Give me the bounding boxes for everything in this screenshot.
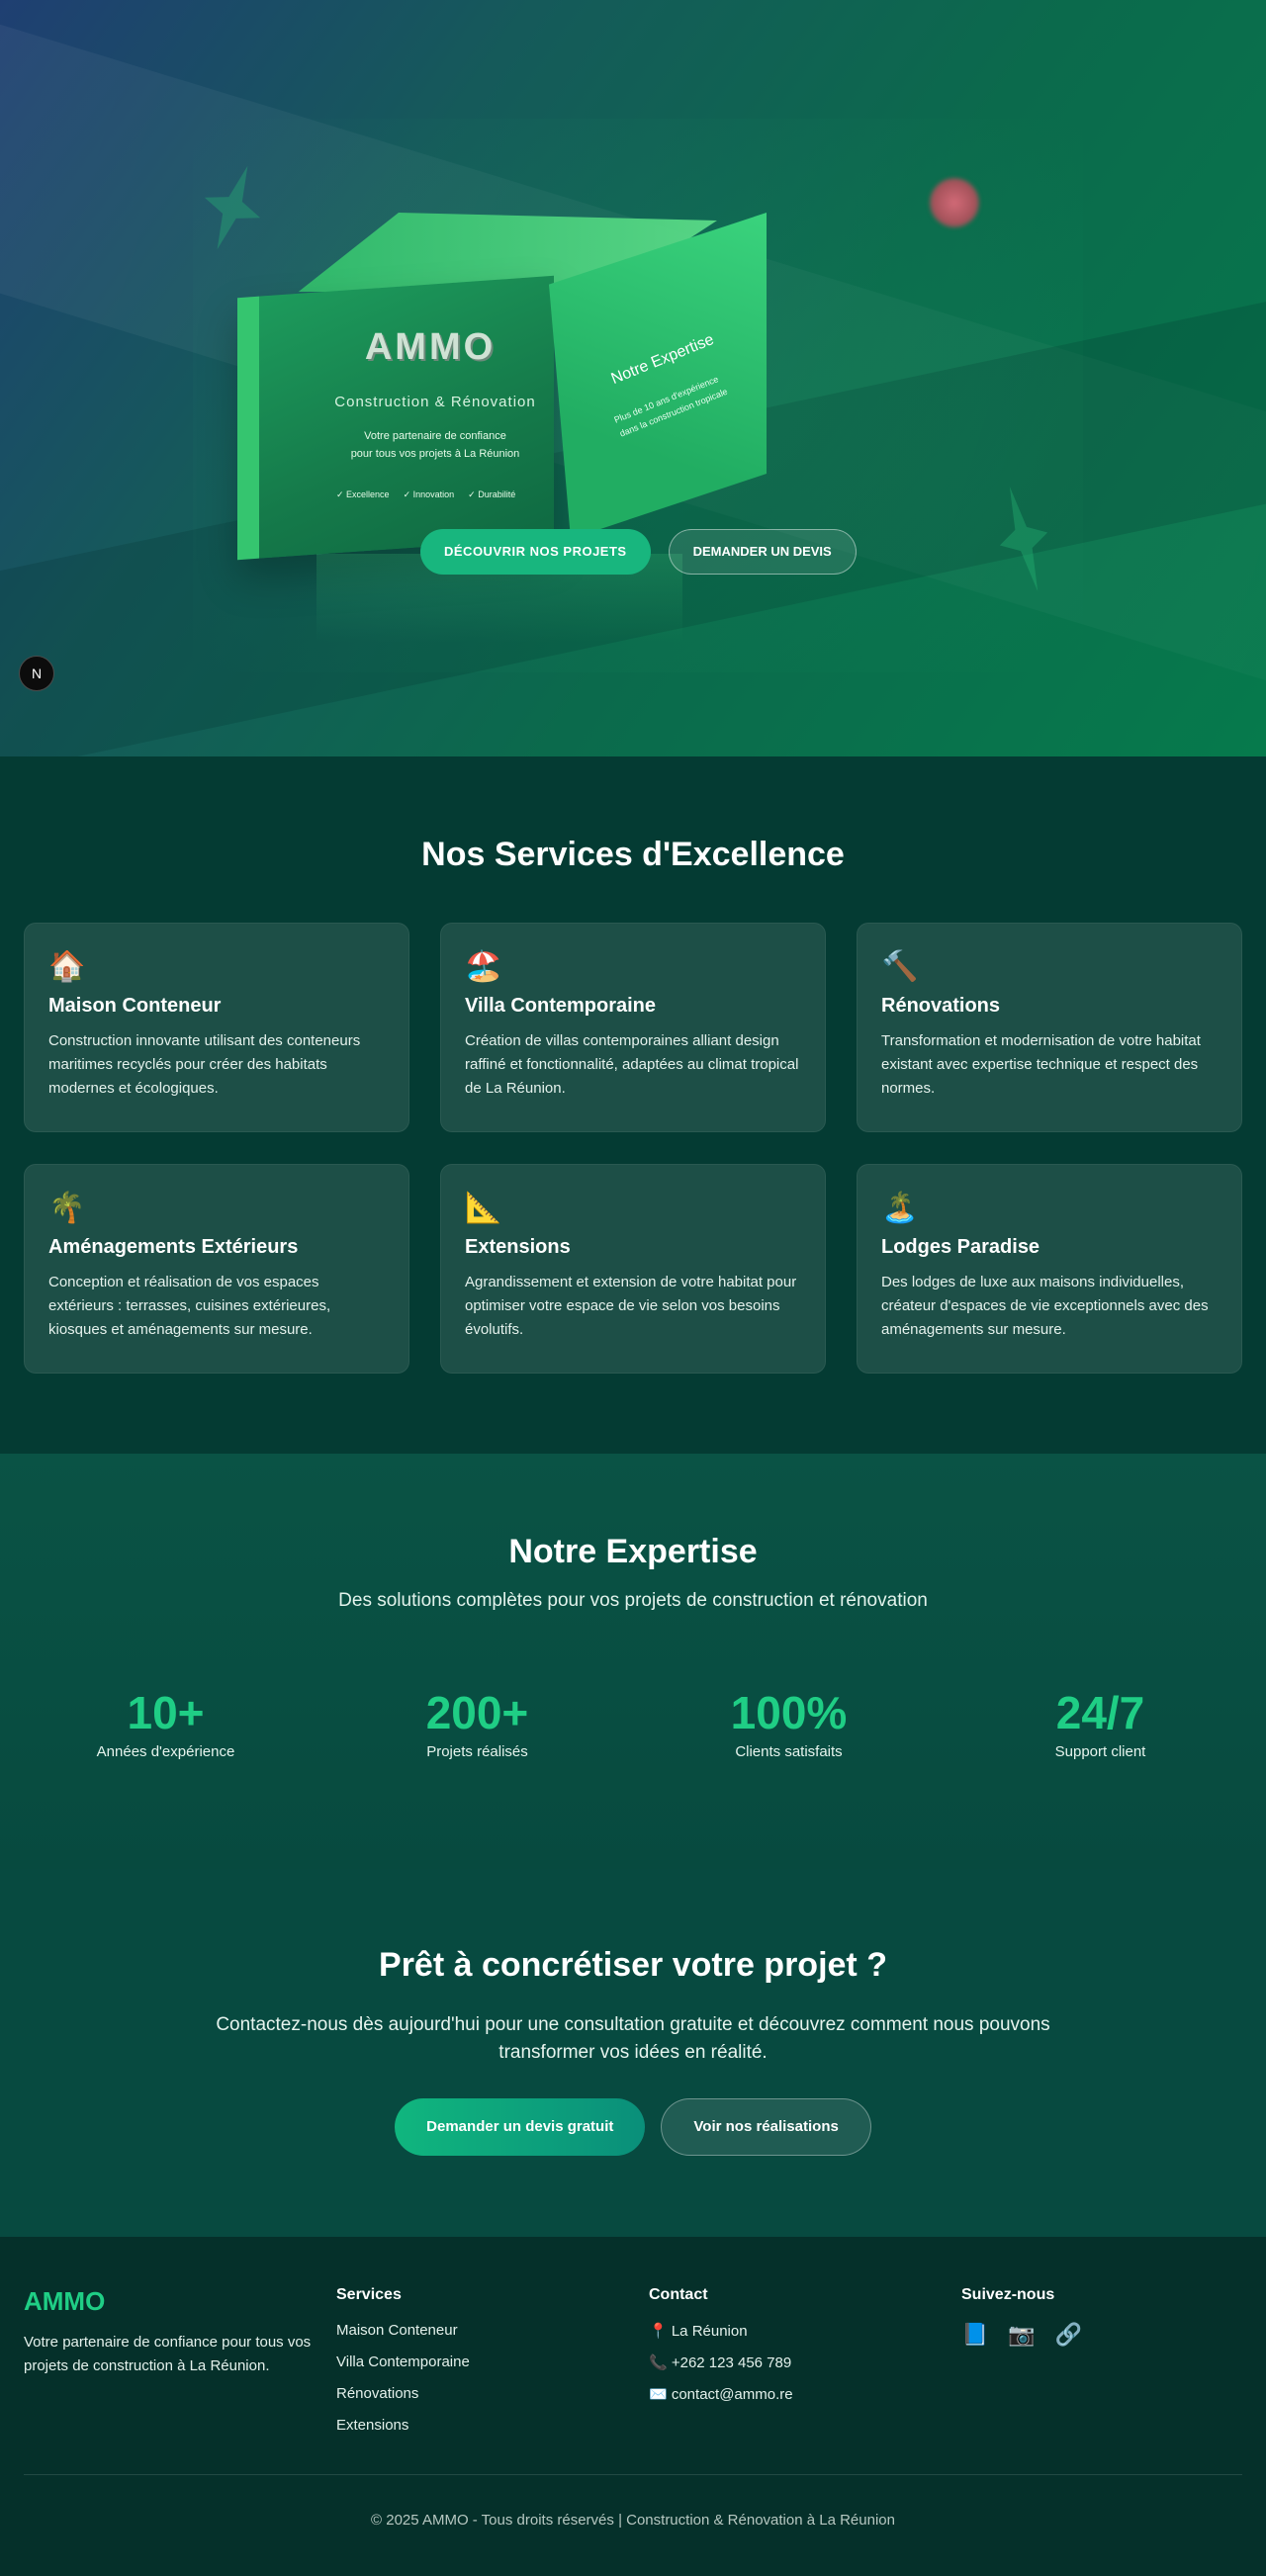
stat-satisfaction: 100% Clients satisfaits (633, 1686, 945, 1760)
service-card-text: Construction innovante utilisant des con… (48, 1032, 361, 1097)
cta-section: Prêt à concrétiser votre projet ? Contac… (0, 1869, 1266, 2237)
stat-label: Support client (1054, 1743, 1146, 1760)
service-card-villa-contemporaine[interactable]: 🏖️ Villa Contemporaine Création de villa… (440, 923, 826, 1132)
service-card-title: Rénovations (881, 995, 1001, 1017)
request-quote-button[interactable]: DEMANDER UN DEVIS (668, 529, 857, 575)
hero-tagline-line2: pour tous vos projets à La Réunion (350, 448, 520, 460)
nextjs-indicator-icon[interactable]: N (19, 656, 54, 691)
footer-contact-list: 📍 La Réunion 📞 +262 123 456 789 ✉️ conta… (649, 2322, 961, 2417)
service-card-amenagements-exterieurs[interactable]: 🌴 Aménagements Extérieurs Conception et … (24, 1164, 409, 1374)
stat-label: Années d'expérience (96, 1743, 235, 1760)
footer-phone[interactable]: 📞 +262 123 456 789 (649, 2354, 961, 2385)
footer-columns: AMMO Votre partenaire de confiance pour … (24, 2286, 1242, 2448)
service-card-text: Agrandissement et extension de votre hab… (465, 1274, 797, 1338)
service-card-title: Aménagements Extérieurs (48, 1236, 299, 1258)
stat-projects: 200+ Projets réalisés (321, 1686, 633, 1760)
service-card-renovations[interactable]: 🔨 Rénovations Transformation et modernis… (857, 923, 1242, 1132)
service-card-extensions[interactable]: 📐 Extensions Agrandissement et extension… (440, 1164, 826, 1374)
footer-social-title: Suivez-nous (961, 2286, 1055, 2303)
footer-services-column: Services Maison Conteneur Villa Contempo… (336, 2286, 649, 2448)
footer-link-maison-conteneur[interactable]: Maison Conteneur (336, 2322, 649, 2354)
hero-brand-subtitle: Construction & Rénovation (334, 394, 536, 410)
floating-orb (930, 178, 979, 227)
free-quote-button[interactable]: Demander un devis gratuit (395, 2098, 646, 2156)
service-card-lodges-paradise[interactable]: 🏝️ Lodges Paradise Des lodges de luxe au… (857, 1164, 1242, 1374)
check-excellence: ✓ Excellence (336, 489, 390, 499)
service-card-title: Villa Contemporaine (465, 995, 657, 1017)
island-icon: 🏝️ (881, 1192, 919, 1224)
service-card-title: Lodges Paradise (881, 1236, 1040, 1258)
hero-tagline: Votre partenaire de confiance pour tous … (336, 427, 534, 463)
set-square-icon: 📐 (465, 1192, 502, 1224)
cta-buttons: Demander un devis gratuit Voir nos réali… (0, 2098, 1266, 2156)
hero-tagline-line1: Votre partenaire de confiance (364, 430, 506, 442)
service-card-text: Conception et réalisation de vos espaces… (48, 1274, 331, 1338)
footer-divider (24, 2474, 1242, 2475)
stat-value: 200+ (425, 1687, 529, 1738)
footer-email[interactable]: ✉️ contact@ammo.re (649, 2385, 961, 2417)
view-portfolio-button[interactable]: Voir nos réalisations (661, 2098, 871, 2156)
services-grid: 🏠 Maison Conteneur Construction innovant… (24, 923, 1242, 1374)
copyright: © 2025 AMMO - Tous droits réservés | Con… (371, 2512, 895, 2529)
stat-label: Projets réalisés (426, 1743, 528, 1760)
footer-services-title: Services (336, 2286, 402, 2303)
footer-social-column: Suivez-nous 📘 📷 🔗 (961, 2286, 1266, 2448)
hero-checks: ✓ Excellence ✓ Innovation ✓ Durabilité (336, 489, 574, 500)
service-card-text: Des lodges de luxe aux maisons individue… (881, 1274, 1209, 1338)
discover-projects-button[interactable]: DÉCOUVRIR NOS PROJETS (420, 529, 651, 575)
hammer-icon: 🔨 (881, 950, 919, 983)
expertise-section: Notre Expertise Des solutions complètes … (0, 1454, 1266, 1869)
social-icons: 📘 📷 🔗 (961, 2322, 1266, 2348)
service-card-title: Extensions (465, 1236, 571, 1258)
check-innovation: ✓ Innovation (403, 489, 455, 499)
footer-logo[interactable]: AMMO (24, 2286, 336, 2317)
facebook-icon[interactable]: 📘 (961, 2322, 988, 2348)
stat-label: Clients satisfaits (735, 1743, 843, 1760)
footer-link-extensions[interactable]: Extensions (336, 2417, 649, 2448)
beach-villa-icon: 🏖️ (465, 950, 502, 983)
stat-support: 24/7 Support client (945, 1686, 1256, 1760)
stat-value: 10+ (127, 1687, 205, 1738)
footer-about-column: AMMO Votre partenaire de confiance pour … (24, 2286, 336, 2448)
service-card-text: Transformation et modernisation de votre… (881, 1032, 1201, 1097)
footer-link-renovations[interactable]: Rénovations (336, 2385, 649, 2417)
cta-title: Prêt à concrétiser votre projet ? (379, 1946, 887, 1984)
stat-value: 100% (730, 1687, 848, 1738)
footer-location: 📍 La Réunion (649, 2323, 748, 2340)
stat-experience: 10+ Années d'expérience (10, 1686, 321, 1760)
footer-contact-column: Contact 📍 La Réunion 📞 +262 123 456 789 … (649, 2286, 961, 2448)
services-section: Nos Services d'Excellence 🏠 Maison Conte… (0, 756, 1266, 1454)
footer: AMMO Votre partenaire de confiance pour … (0, 2237, 1266, 2576)
box-front-face (237, 275, 554, 561)
instagram-icon[interactable]: 📷 (1008, 2322, 1035, 2348)
service-card-title: Maison Conteneur (48, 995, 222, 1017)
footer-about-text: Votre partenaire de confiance pour tous … (24, 2334, 312, 2374)
house-icon: 🏠 (48, 950, 86, 983)
expertise-subtitle: Des solutions complètes pour vos projets… (338, 1590, 928, 1611)
footer-contact-title: Contact (649, 2286, 708, 2303)
cta-description: Contactez-nous dès aujourd'hui pour une … (216, 2014, 1050, 2063)
footer-services-list: Maison Conteneur Villa Contemporaine Rén… (336, 2322, 649, 2448)
hero-brand-logo: AMMO (364, 326, 497, 368)
check-durabilite: ✓ Durabilité (468, 489, 516, 499)
hero-section: AMMO Construction & Rénovation Votre par… (0, 0, 1266, 756)
link-icon[interactable]: 🔗 (1055, 2322, 1082, 2348)
footer-link-villa-contemporaine[interactable]: Villa Contemporaine (336, 2354, 649, 2385)
stat-value: 24/7 (1055, 1687, 1145, 1738)
services-title: Nos Services d'Excellence (421, 836, 845, 873)
stats-row: 10+ Années d'expérience 200+ Projets réa… (0, 1686, 1266, 1760)
palm-tree-icon: 🌴 (48, 1192, 86, 1224)
service-card-text: Création de villas contemporaines allian… (465, 1032, 799, 1097)
hero-buttons: DÉCOUVRIR NOS PROJETS DEMANDER UN DEVIS (420, 529, 857, 575)
expertise-title: Notre Expertise (508, 1533, 758, 1570)
service-card-maison-conteneur[interactable]: 🏠 Maison Conteneur Construction innovant… (24, 923, 409, 1132)
